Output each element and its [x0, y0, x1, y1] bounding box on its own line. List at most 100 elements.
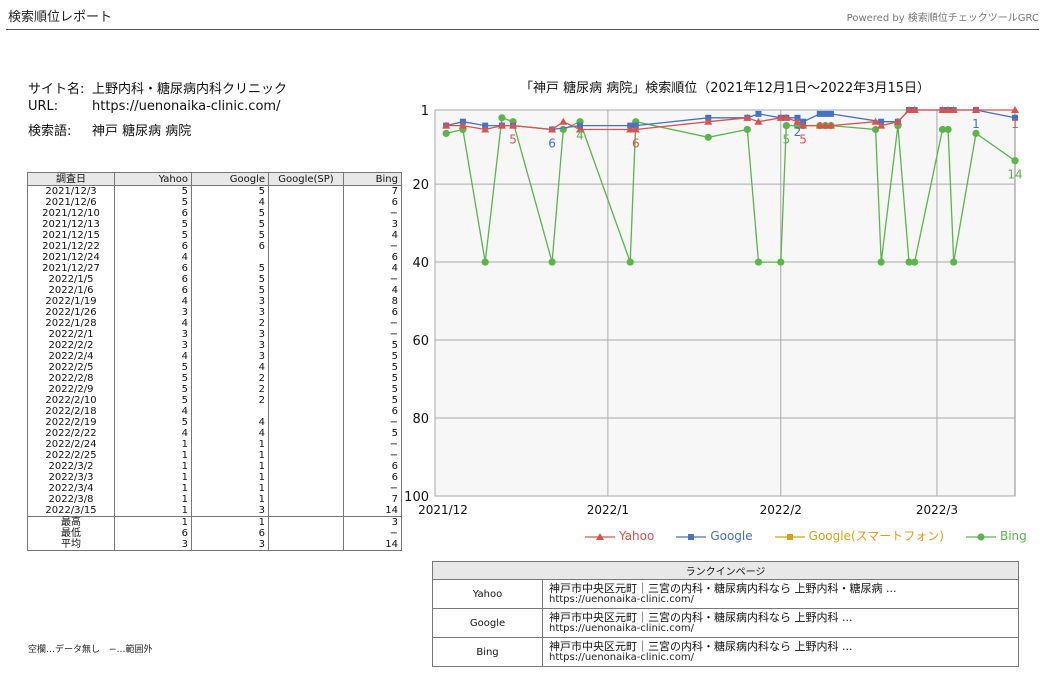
cell-date: 2021/12/13 [27, 219, 115, 230]
cell-date: 2022/2/4 [27, 351, 115, 362]
table-row: 2021/12/22 6 6− [27, 241, 402, 252]
cell-google-sp [268, 263, 344, 274]
cell-date: 2021/12/6 [27, 197, 115, 208]
site-name-row: サイト名: 上野内科・糖尿病内科クリニック [28, 78, 287, 97]
y-tick-label: 40 [412, 256, 429, 271]
col-google-sp: Google(SP) [268, 172, 344, 186]
cell-google-sp [268, 340, 344, 351]
cell-google-sp [268, 351, 344, 362]
cell-date: 2022/2/8 [27, 373, 115, 384]
cell-bing: 4 [343, 230, 402, 241]
cell-date: 2022/2/22 [27, 428, 115, 439]
cell-bing: 3 [343, 219, 402, 230]
table-row: 2021/12/3 5 5 7 [27, 185, 402, 197]
cell-yahoo: 5 [114, 362, 192, 373]
site-url-row: URL: https://uenonaika-clinic.com/ [28, 99, 280, 114]
cell-yahoo: 4 [114, 406, 192, 417]
data-label: 14 [1007, 168, 1022, 182]
cell-google-sp [268, 384, 344, 395]
data-point [911, 258, 919, 266]
cell-date: 2021/12/22 [27, 241, 115, 252]
data-point [755, 110, 762, 117]
cell-date: 2022/2/9 [27, 384, 115, 395]
y-tick-label: 80 [412, 412, 429, 427]
data-label: 1 [972, 117, 980, 131]
cell-bing: − [343, 417, 402, 428]
rank-in-page-url[interactable]: https://uenonaika-clinic.com/ [549, 594, 1012, 605]
chart-title: 「神戸 糖尿病 病院」検索順位（2021年12月1日～2022年3月15日） [519, 81, 931, 96]
cell-bing: 4 [343, 285, 402, 296]
cell-yahoo: 5 [114, 197, 192, 208]
cell-date: 2022/1/5 [27, 274, 115, 285]
rank-in-page-title[interactable]: 神戸市中央区元町｜三宮の内科・糖尿病内科なら 上野内科・糖尿病 ... [549, 583, 1012, 594]
rank-in-page-url[interactable]: https://uenonaika-clinic.com/ [549, 623, 1012, 634]
data-point [944, 125, 952, 134]
rank-table-summary: 最高 1 1 3 最低 6 6− 平均 3 3 14 [27, 516, 402, 551]
cell-yahoo: 6 [114, 208, 192, 219]
table-row: 2022/2/2 3 3 5 [27, 340, 402, 351]
cell-google-sp [268, 373, 344, 384]
table-row: 2022/2/10 5 2 5 [27, 395, 402, 406]
cell-bing: − [343, 439, 402, 450]
table-row: 2021/12/13 5 5 3 [27, 219, 402, 230]
cell-bing: 6 [343, 472, 402, 483]
cell-google-sp [268, 417, 344, 428]
legend-item: Google [676, 529, 753, 543]
legend-label: Google [710, 529, 753, 543]
cell-yahoo: 4 [114, 351, 192, 362]
cell-google-sp [268, 483, 344, 494]
data-point [950, 258, 958, 266]
cell-yahoo: 5 [114, 219, 192, 230]
summary-row: 平均 3 3 14 [27, 539, 402, 551]
col-google: Google [191, 172, 269, 186]
table-row: 2022/3/8 1 1 7 [27, 494, 402, 505]
cell-yahoo: 1 [114, 505, 192, 517]
site-name: 上野内科・糖尿病内科クリニック [92, 82, 288, 97]
table-row: 2021/12/27 6 5 4 [27, 263, 402, 274]
rank-in-page-url[interactable]: https://uenonaika-clinic.com/ [549, 652, 1012, 663]
cell-bing: 6 [343, 197, 402, 208]
data-label: 1 [1011, 117, 1019, 131]
cell-yahoo: 4 [114, 318, 192, 329]
cell-bing: 6 [343, 252, 402, 263]
cell-yahoo: 6 [114, 274, 192, 285]
cell-yahoo: 6 [114, 263, 192, 274]
data-point [498, 114, 506, 122]
data-point [481, 258, 489, 266]
legend-label: Google(スマートフォン) [808, 529, 944, 543]
summary-bing: 14 [343, 539, 402, 551]
data-point [754, 258, 763, 266]
rank-in-page-title[interactable]: 神戸市中央区元町｜三宮の内科・糖尿病内科なら 上野内科 ... [549, 641, 1012, 652]
summary-google-sp [268, 528, 344, 539]
cell-date: 2022/1/26 [27, 307, 115, 318]
data-point [816, 110, 823, 117]
cell-yahoo: 5 [114, 185, 192, 197]
cell-bing: 6 [343, 461, 402, 472]
data-point [626, 258, 634, 266]
table-row: 2022/1/5 6 5 − [27, 274, 402, 285]
cell-yahoo: 5 [114, 230, 192, 241]
legend-marker-icon [965, 533, 996, 540]
cell-date: 2021/12/15 [27, 230, 115, 241]
rank-chart: 1204060801002021/12 2022/1 2022/2 2022/365 4… [404, 104, 1022, 517]
cell-bing: 5 [343, 428, 402, 439]
rank-in-page-body: Yahoo 神戸市中央区元町｜三宮の内科・糖尿病内科なら 上野内科・糖尿病 ...… [432, 579, 1019, 667]
cell-google: 5 [191, 263, 269, 274]
table-row: 2022/2/24 1 1− [27, 439, 402, 450]
summary-label: 最高 [27, 516, 115, 528]
data-point [442, 129, 450, 137]
data-point [743, 125, 751, 134]
cell-google: 1 [191, 483, 269, 494]
cell-google: 4 [191, 362, 269, 373]
rank-in-page-table: ランクインページ Yahoo 神戸市中央区元町｜三宮の内科・糖尿病内科なら 上野内… [432, 561, 1019, 667]
legend-label: Bing [999, 529, 1027, 543]
cell-date: 2022/3/3 [27, 472, 115, 483]
rank-in-page-title[interactable]: 神戸市中央区元町｜三宮の内科・糖尿病内科なら 上野内科 ... [549, 612, 1012, 623]
cell-google: 1 [191, 439, 269, 450]
cell-yahoo: 1 [114, 472, 192, 483]
table-row: 2022/3/2 1 1 6 [27, 461, 402, 472]
x-tick-label: 2022/1 [587, 503, 629, 517]
table-row: 2022/2/9 5 2 5 [27, 384, 402, 395]
cell-yahoo: 4 [114, 428, 192, 439]
cell-google: 3 [191, 296, 269, 307]
